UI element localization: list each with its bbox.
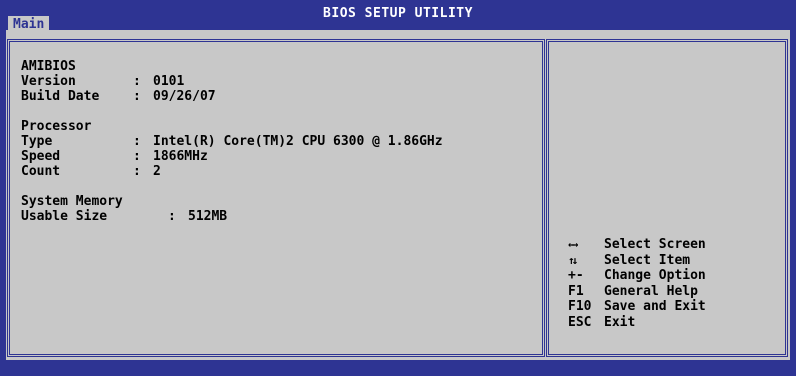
- speed-label: Speed: [21, 149, 61, 164]
- build-date-value: 09/26/07: [153, 89, 216, 104]
- usable-size-label: Usable Size: [21, 209, 108, 224]
- type-separator: :: [133, 134, 141, 149]
- amibios-heading: AMIBIOS: [21, 59, 76, 74]
- help-label-select-item: Select Item: [604, 252, 691, 268]
- help-label-save-exit: Save and Exit: [604, 299, 706, 314]
- help-key-f10: F10: [568, 299, 592, 314]
- version-row: Version:0101: [21, 74, 184, 89]
- tab-main[interactable]: Main: [8, 16, 50, 33]
- system-info-list: AMIBIOS Version:0101 Build Date:09/26/07…: [21, 59, 443, 224]
- usable-size-separator: :: [168, 209, 176, 224]
- help-item-select-item: ↑↓ Select Item: [568, 253, 706, 269]
- bottom-bar: [0, 360, 796, 376]
- speed-row: Speed:1866MHz: [21, 149, 208, 164]
- count-row: Count:2: [21, 164, 161, 179]
- version-label: Version: [21, 74, 76, 89]
- up-down-arrows-icon: ↑↓: [568, 253, 578, 267]
- help-item-exit: ESC Exit: [568, 315, 706, 331]
- left-right-arrows-icon: ←→: [568, 238, 578, 251]
- help-key-f1: F1: [568, 283, 584, 299]
- system-memory-heading: System Memory: [21, 194, 123, 209]
- key-help-list: ←→ Select Screen ↑↓ Select Item +- Change O…: [568, 237, 706, 330]
- count-label: Count: [21, 164, 61, 179]
- type-value: Intel(R) Core(TM)2 CPU 6300 @ 1.86GHz: [153, 134, 443, 149]
- help-key-esc: ESC: [568, 314, 592, 330]
- build-date-label: Build Date: [21, 89, 100, 104]
- page-title: BIOS SETUP UTILITY: [323, 6, 473, 21]
- speed-separator: :: [133, 149, 141, 164]
- help-label-change-option: Change Option: [604, 268, 706, 283]
- frame-left-edge: [0, 30, 6, 360]
- help-item-select-screen: ←→ Select Screen: [568, 237, 706, 253]
- type-label: Type: [21, 134, 53, 149]
- usable-size-row: Usable Size:512MB: [21, 209, 227, 224]
- bios-screen: BIOS SETUP UTILITY Main AMIBIOS Version:…: [0, 0, 796, 376]
- help-item-change-option: +- Change Option: [568, 268, 706, 284]
- help-panel: ←→ Select Screen ↑↓ Select Item +- Change O…: [546, 39, 788, 357]
- version-separator: :: [133, 74, 141, 89]
- frame-right-edge: [790, 30, 796, 360]
- help-key-plus-minus: +-: [568, 268, 584, 283]
- type-row: Type: Intel(R) Core(TM)2 CPU 6300 @ 1.86G…: [21, 134, 443, 149]
- usable-size-value: 512MB: [188, 209, 228, 224]
- help-label-select-screen: Select Screen: [604, 237, 706, 252]
- processor-heading: Processor: [21, 119, 92, 134]
- help-item-save-exit: F10 Save and Exit: [568, 299, 706, 315]
- build-date-row: Build Date:09/26/07: [21, 89, 216, 104]
- help-label-exit: Exit: [604, 314, 636, 330]
- help-item-general-help: F1 General Help: [568, 284, 706, 300]
- count-value: 2: [153, 164, 161, 179]
- title-bar: BIOS SETUP UTILITY Main: [0, 0, 796, 33]
- help-label-general-help: General Help: [604, 283, 698, 299]
- build-date-separator: :: [133, 89, 141, 104]
- count-separator: :: [133, 164, 141, 179]
- version-value: 0101: [153, 74, 185, 89]
- speed-value: 1866MHz: [153, 149, 208, 164]
- system-info-panel: AMIBIOS Version:0101 Build Date:09/26/07…: [7, 39, 545, 357]
